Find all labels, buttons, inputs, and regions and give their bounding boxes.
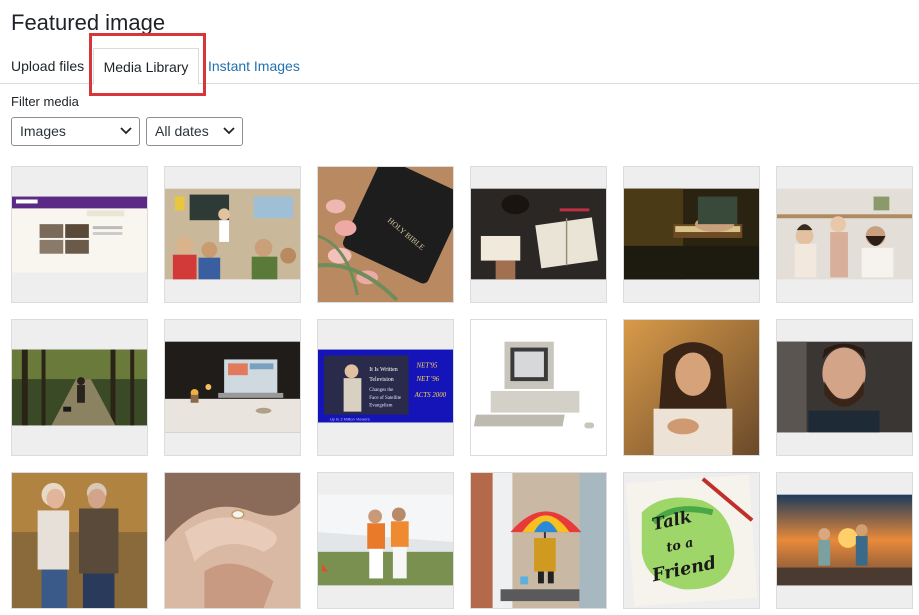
media-item-it-is-written-television[interactable]: It Is Written Television Changes the Face o… — [317, 319, 454, 456]
tab-media-library[interactable]: Media Library — [93, 48, 199, 85]
media-type-select[interactable]: Images — [11, 117, 140, 146]
chevron-down-icon — [120, 127, 132, 135]
media-tabs: Upload files Media Library Instant Image… — [0, 48, 919, 85]
media-item-woman-portrait-sunset[interactable] — [623, 319, 760, 456]
media-item-website-screenshot[interactable] — [11, 166, 148, 303]
svg-text:Evangelism: Evangelism — [369, 404, 392, 409]
media-item-forest-walk-dog[interactable] — [11, 319, 148, 456]
chevron-down-icon — [223, 127, 235, 135]
svg-text:ACTS 2000: ACTS 2000 — [414, 392, 447, 399]
media-item-holy-bible-tulips[interactable]: HOLY BIBLE — [317, 166, 454, 303]
svg-text:Face of Satellite: Face of Satellite — [369, 396, 401, 401]
svg-text:Changes the: Changes the — [369, 388, 393, 393]
tab-instant-images[interactable]: Instant Images — [208, 48, 300, 84]
filter-media-label: Filter media — [11, 94, 79, 109]
media-item-talk-to-a-friend-card[interactable]: Talk to a Friend — [623, 472, 760, 609]
media-item-bearded-man-portrait[interactable] — [776, 319, 913, 456]
media-date-value: All dates — [155, 123, 209, 139]
svg-text:Television: Television — [369, 377, 394, 383]
media-item-children-sunset-road[interactable] — [776, 472, 913, 609]
media-type-value: Images — [20, 123, 66, 139]
media-item-family-kitchen[interactable] — [776, 166, 913, 303]
media-item-classroom-children[interactable] — [164, 166, 301, 303]
media-date-select[interactable]: All dates — [146, 117, 243, 146]
media-item-hands-on-bible[interactable] — [623, 166, 760, 303]
tab-upload-files[interactable]: Upload files — [11, 48, 84, 84]
media-item-laptop-candles[interactable] — [164, 319, 301, 456]
media-item-rainbow-umbrella[interactable] — [470, 472, 607, 609]
media-item-holding-hands-ring[interactable] — [164, 472, 301, 609]
modal-title: Featured image — [11, 10, 166, 35]
svg-text:NET'95: NET'95 — [416, 362, 439, 369]
media-item-vintage-computer[interactable] — [470, 319, 607, 456]
svg-text:NET '96: NET '96 — [416, 376, 440, 383]
media-item-open-bible-desk[interactable] — [470, 166, 607, 303]
svg-text:Up to 2 Million Viewers: Up to 2 Million Viewers — [330, 417, 370, 422]
svg-text:It Is Written: It Is Written — [369, 367, 398, 373]
media-item-two-women-outdoors[interactable] — [317, 472, 454, 609]
media-item-elderly-couple[interactable] — [11, 472, 148, 609]
